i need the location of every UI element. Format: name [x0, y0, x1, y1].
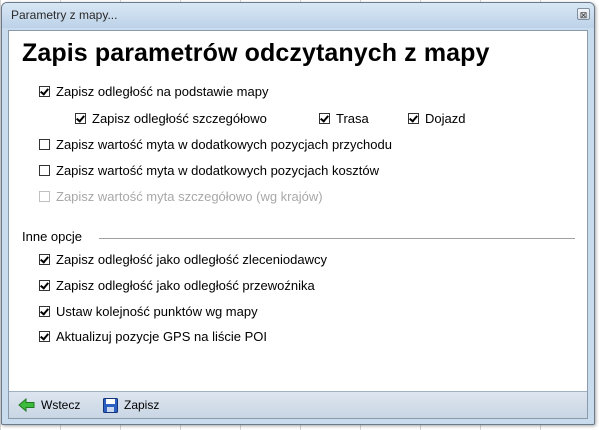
checkbox-box[interactable]	[39, 85, 50, 97]
close-icon: ⊠	[579, 10, 588, 20]
dialog-window: Parametry z mapy... ⊠ Zapis parametrów o…	[1, 2, 595, 425]
checkbox-point-order[interactable]: Ustaw kolejność punktów wg mapy	[39, 302, 258, 320]
checkbox-box[interactable]	[408, 112, 419, 124]
checkbox-label: Zapisz odległość na podstawie mapy	[56, 83, 269, 99]
checkbox-box[interactable]	[75, 112, 86, 124]
back-button-label: Wstecz	[41, 398, 81, 412]
checkbox-toll-cost[interactable]: Zapisz wartość myta w dodatkowych pozycj…	[39, 161, 379, 179]
checkbox-client-distance[interactable]: Zapisz odległość jako odległość zlecenio…	[39, 250, 327, 268]
checkbox-box[interactable]	[39, 279, 50, 291]
checkbox-box[interactable]	[39, 305, 50, 317]
footer-toolbar: Wstecz Zapisz	[9, 391, 587, 418]
checkbox-label: Zapisz odległość szczegółowo	[92, 110, 267, 126]
checkbox-label: Trasa	[336, 110, 369, 126]
checkbox-label: Zapisz wartość myta szczegółowo (wg kraj…	[56, 188, 323, 204]
save-button-label: Zapisz	[124, 398, 160, 412]
section-divider	[99, 238, 575, 239]
arrow-left-icon	[18, 398, 35, 412]
window-title: Parametry z mapy...	[11, 8, 118, 22]
section-heading-other: Inne opcje	[22, 229, 82, 244]
checkbox-label: Ustaw kolejność punktów wg mapy	[56, 303, 258, 319]
checkbox-approach[interactable]: Dojazd	[408, 109, 465, 127]
checkbox-box	[39, 190, 50, 202]
checkbox-distance-detailed[interactable]: Zapisz odległość szczegółowo	[75, 109, 267, 127]
checkbox-update-gps[interactable]: Aktualizuj pozycje GPS na liście POI	[39, 327, 267, 345]
checkbox-box[interactable]	[39, 164, 50, 176]
checkbox-label: Zapisz odległość jako odległość przewoźn…	[56, 277, 315, 293]
checkbox-toll-income[interactable]: Zapisz wartość myta w dodatkowych pozycj…	[39, 135, 392, 153]
checkbox-label: Dojazd	[425, 110, 466, 126]
checkbox-box[interactable]	[39, 138, 50, 150]
checkbox-box[interactable]	[39, 253, 50, 265]
checkbox-carrier-distance[interactable]: Zapisz odległość jako odległość przewoźn…	[39, 276, 315, 294]
dialog-content: Zapis parametrów odczytanych z mapy Zapi…	[8, 30, 588, 419]
back-button[interactable]: Wstecz	[18, 396, 80, 414]
checkbox-label: Zapisz wartość myta w dodatkowych pozycj…	[56, 136, 392, 152]
checkbox-box[interactable]	[39, 330, 50, 342]
checkbox-route[interactable]: Trasa	[319, 109, 369, 127]
page-title: Zapis parametrów odczytanych z mapy	[22, 39, 490, 67]
checkbox-box[interactable]	[319, 112, 330, 124]
close-button[interactable]: ⊠	[577, 8, 590, 20]
checkbox-distance-from-map[interactable]: Zapisz odległość na podstawie mapy	[39, 82, 268, 100]
checkbox-label: Zapisz odległość jako odległość zlecenio…	[56, 251, 327, 267]
save-button[interactable]: Zapisz	[103, 396, 159, 414]
checkbox-label: Aktualizuj pozycje GPS na liście POI	[56, 328, 267, 344]
checkbox-toll-detailed: Zapisz wartość myta szczegółowo (wg kraj…	[39, 187, 323, 205]
checkbox-label: Zapisz wartość myta w dodatkowych pozycj…	[56, 162, 379, 178]
title-bar[interactable]: Parametry z mapy... ⊠	[2, 3, 594, 28]
floppy-disk-icon	[103, 397, 118, 413]
